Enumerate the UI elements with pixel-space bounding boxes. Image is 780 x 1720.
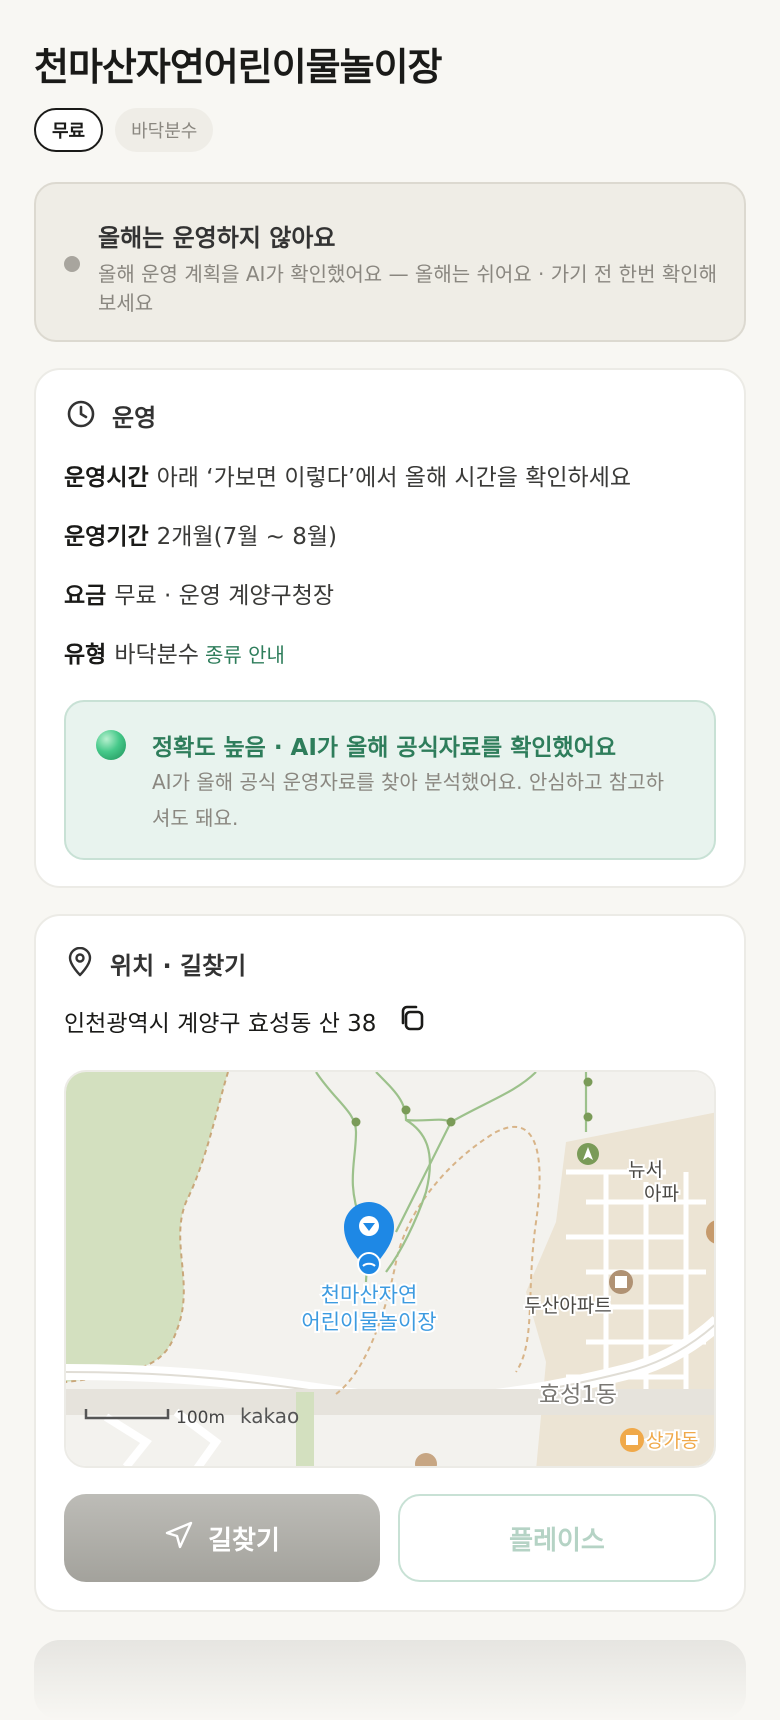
operation-header-label: 운영: [112, 404, 157, 432]
map-poi-newseo-1: 뉴서: [628, 1159, 663, 1181]
type-row: 유형 바닥분수 종류 안내: [64, 635, 285, 669]
address-row: 인천광역시 계양구 효성동 산 38: [64, 1004, 426, 1038]
fee-value: 무료 · 운영 계양구청장: [114, 583, 335, 609]
hours-value: 아래 ‘가보면 이렇다’에서 올해 시간을 확인하세요: [156, 465, 632, 491]
next-card-preview: [34, 1640, 746, 1720]
notice-title: 올해는 운영하지 않아요: [98, 224, 336, 252]
location-pin-icon: [66, 946, 94, 981]
chip-free[interactable]: 무료: [34, 108, 104, 152]
tag-chips: 무료 바닥분수: [34, 108, 214, 152]
notice-description: 올해 운영 계획을 AI가 확인했어요 — 올해는 쉬어요 · 가기 전 한번 …: [98, 262, 718, 315]
hours-row: 운영시간 아래 ‘가보면 이렇다’에서 올해 시간을 확인하세요: [64, 458, 631, 492]
fee-label: 요금: [64, 583, 107, 609]
period-row: 운영기간 2개월(7월 ~ 8월): [64, 517, 337, 551]
place-button[interactable]: 플레이스: [398, 1494, 716, 1582]
map-poi-apartment: 두산아파트: [524, 1295, 611, 1317]
operation-header: 운영: [66, 398, 156, 433]
map-marker-label-2: 어린이물놀이장: [301, 1310, 436, 1334]
directions-button-label: 길찾기: [208, 1525, 280, 1556]
type-value: 바닥분수: [114, 642, 199, 668]
accuracy-description: AI가 올해 공식 운영자료를 찾아 분석했어요. 안심하고 참고하셔도 돼요.: [152, 770, 665, 830]
fee-row: 요금 무료 · 운영 계양구청장: [64, 576, 334, 610]
status-dot-icon: [64, 256, 80, 272]
address-text: 인천광역시 계양구 효성동 산 38: [64, 1011, 377, 1037]
location-card: 위치 · 길찾기 인천광역시 계양구 효성동 산 38 천마산자연 어린이물놀이…: [34, 914, 746, 1612]
chip-floor-fountain[interactable]: 바닥분수: [115, 108, 214, 152]
navigation-arrow-icon: [164, 1520, 194, 1557]
closed-notice: 올해는 운영하지 않아요 올해 운영 계획을 AI가 확인했어요 — 올해는 쉬…: [34, 182, 746, 342]
map-provider-logo: kakao: [240, 1404, 299, 1428]
period-value: 2개월(7월 ~ 8월): [156, 524, 338, 550]
page-title: 천마산자연어린이물놀이장: [34, 45, 443, 89]
map-view[interactable]: 천마산자연 어린이물놀이장 두산아파트 효성1동 뉴서 아파 상가동 100m …: [64, 1070, 716, 1468]
directions-button[interactable]: 길찾기: [64, 1494, 380, 1582]
type-guide-link[interactable]: 종류 안내: [205, 643, 285, 667]
accuracy-box: 정확도 높음 · AI가 올해 공식자료를 확인했어요 AI가 올해 공식 운영…: [64, 700, 716, 860]
accuracy-title: 정확도 높음 · AI가 올해 공식자료를 확인했어요: [152, 735, 617, 761]
period-label: 운영기간: [64, 524, 149, 550]
location-header-label: 위치 · 길찾기: [110, 952, 247, 980]
map-scale-label: 100m: [176, 1408, 225, 1428]
map-poi-district: 효성1동: [539, 1382, 617, 1408]
copy-icon[interactable]: [398, 1004, 426, 1038]
location-header: 위치 · 길찾기: [66, 946, 246, 981]
accuracy-indicator-icon: [96, 730, 126, 760]
hours-label: 운영시간: [64, 465, 149, 491]
type-label: 유형: [64, 642, 107, 668]
clock-icon: [66, 399, 96, 433]
operation-card: 운영 운영시간 아래 ‘가보면 이렇다’에서 올해 시간을 확인하세요 운영기간 2…: [34, 368, 746, 888]
map-poi-newseo-2: 아파: [644, 1183, 679, 1205]
map-poi-shop: 상가동: [646, 1430, 698, 1452]
map-marker-label-1: 천마산자연: [321, 1283, 418, 1307]
